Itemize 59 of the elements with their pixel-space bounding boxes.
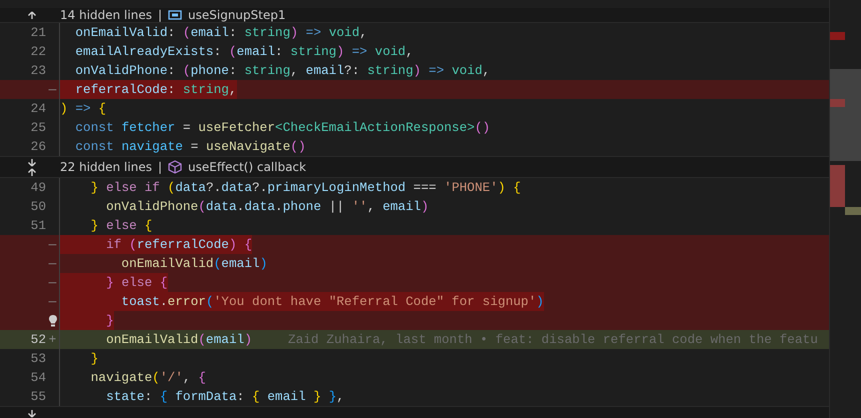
diff-marker: — — [48, 293, 56, 311]
code-text: onEmailValid: (email: string) => void, — [74, 24, 368, 42]
diff-marker: — — [48, 81, 56, 99]
code-text: if (referralCode) { — [60, 235, 252, 254]
expand-down-icon[interactable] — [27, 408, 37, 418]
lightbulb-icon[interactable] — [48, 314, 58, 327]
code-text: const fetcher = useFetcher<CheckEmailActionResponse>() — [74, 119, 490, 137]
code-text: } else if (data?.data?.primaryLoginMethod === 'PHONE') { — [90, 179, 521, 197]
line-number: 53 — [30, 350, 46, 368]
line-number: 24 — [30, 100, 46, 118]
folded-region-bar[interactable]: 22 hidden lines | useEffect() callback — [0, 156, 829, 178]
separator: | — [158, 160, 162, 174]
code-text: } else { — [90, 217, 152, 235]
line-number: 25 — [30, 119, 46, 137]
code-text: onValidPhone(data.data.phone || '', email) — [105, 198, 429, 216]
code-text: toast.error('You dont have "Referral Code" for signup') — [60, 292, 544, 311]
removed-marker — [830, 32, 845, 40]
line-number: 55 — [30, 388, 46, 406]
line-number: 54 — [30, 369, 46, 387]
code-text: onEmailValid(email) — [105, 331, 252, 349]
line-number: 49 — [30, 179, 46, 197]
folded-region-bar[interactable]: 14 hidden lines | useSignupStep1 — [0, 8, 829, 23]
line-number: 52 — [30, 331, 46, 349]
scrollbar-thumb[interactable] — [830, 69, 861, 161]
diff-marker: + — [48, 331, 56, 349]
expand-up-icon[interactable] — [27, 168, 37, 176]
removed-marker — [830, 165, 845, 207]
symbol-name[interactable]: useEffect() callback — [188, 160, 306, 174]
diff-marker: — — [48, 236, 56, 254]
code-text: navigate('/', { — [90, 369, 206, 387]
code-text: } — [90, 350, 98, 368]
line-number: 22 — [30, 43, 46, 61]
added-marker — [845, 207, 861, 215]
code-text: const navigate = useNavigate() — [74, 138, 306, 156]
code-text: onValidPhone: (phone: string, email?: string) => void, — [74, 62, 490, 80]
diff-marker: — — [48, 255, 56, 273]
code-text: referralCode: string, — [60, 80, 237, 99]
cube-icon — [168, 160, 182, 174]
line-number: 26 — [30, 138, 46, 156]
code-text: state: { formData: { email } }, — [105, 388, 344, 406]
hidden-lines-label: 14 hidden lines — [60, 8, 152, 22]
code-text: emailAlreadyExists: (email: string) => void, — [74, 43, 414, 61]
diff-marker: — — [48, 274, 56, 292]
code-text: ) => { — [60, 100, 106, 118]
variable-icon — [168, 8, 182, 22]
code-text: onEmailValid(email) — [120, 255, 268, 273]
hidden-lines-label: 22 hidden lines — [60, 160, 152, 174]
line-number: 51 — [30, 217, 46, 235]
expand-up-icon[interactable] — [27, 10, 37, 20]
expand-down-icon[interactable] — [27, 158, 37, 166]
line-number: 50 — [30, 198, 46, 216]
line-number: 21 — [30, 24, 46, 42]
blame-annotation: Zaid Zuhaira, last month • feat: disable referral code when the featu — [288, 331, 818, 349]
symbol-name[interactable]: useSignupStep1 — [188, 8, 286, 22]
removed-marker — [830, 99, 845, 107]
line-number: 23 — [30, 62, 46, 80]
code-text: } — [60, 311, 114, 330]
separator: | — [158, 8, 162, 22]
code-text: } else { — [60, 273, 168, 292]
